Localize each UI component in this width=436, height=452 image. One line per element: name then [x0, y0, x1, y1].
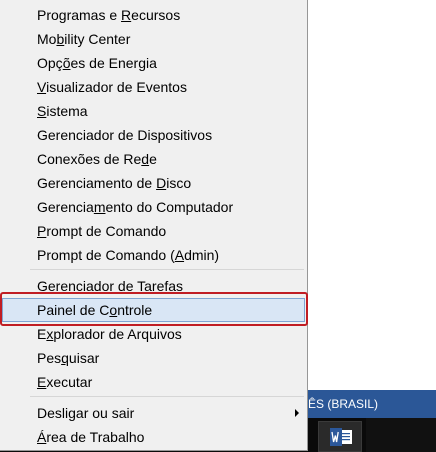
- menu-item-label: istema: [46, 103, 88, 119]
- menu-item-label: ility Center: [64, 31, 131, 47]
- menu-item-label: xecutar: [46, 374, 93, 390]
- access-key: d: [141, 151, 150, 167]
- taskbar-tray: [366, 418, 436, 452]
- menu-item-gerenciamento-disco[interactable]: Gerenciamento de Disco: [2, 171, 305, 195]
- menu-item-label: Pes: [37, 350, 62, 366]
- menu-item-label: dmin): [184, 247, 220, 263]
- menu-item-label: isualizador de Eventos: [46, 79, 187, 95]
- menu-item-gerenciamento-computador[interactable]: Gerenciamento do Computador: [2, 195, 305, 219]
- menu-item-area-trabalho[interactable]: Área de Trabalho: [2, 425, 305, 449]
- highlight-annotation: [0, 292, 308, 326]
- menu-item-label: Gerencia: [37, 199, 94, 215]
- menu-item-label: rompt de Comando: [46, 223, 167, 239]
- menu-item-programas-recursos[interactable]: Programas e Recursos: [2, 3, 305, 27]
- menu-item-label: ar ou sair: [75, 405, 135, 421]
- menu-item-mobility-center[interactable]: Mobility Center: [2, 27, 305, 51]
- menu-item-prompt-comando[interactable]: Prompt de Comando: [2, 219, 305, 243]
- menu-item-label: Desli: [37, 405, 69, 421]
- menu-item-gerenciador-dispositivos[interactable]: Gerenciador de Dispositivos: [2, 123, 305, 147]
- menu-item-sistema[interactable]: Sistema: [2, 99, 305, 123]
- access-key: Á: [37, 429, 47, 445]
- access-key: V: [37, 79, 47, 95]
- menu-item-label: e: [149, 151, 157, 167]
- menu-item-label: plorador de Arquivos: [53, 326, 182, 342]
- menu-item-label: Prompt de Comando (: [37, 247, 175, 263]
- menu-item-label: isco: [166, 175, 192, 191]
- menu-item-label: es de Energia: [70, 55, 157, 71]
- word-icon: [330, 428, 352, 446]
- menu-item-label: Gerenciamento de: [37, 175, 157, 191]
- menu-item-pesquisar[interactable]: Pesquisar: [2, 346, 305, 370]
- language-text: ÊS (BRASIL): [308, 397, 379, 411]
- menu-item-label: ento do Computador: [105, 199, 234, 215]
- taskbar-word-button[interactable]: [318, 421, 362, 452]
- menu-item-prompt-comando-admin[interactable]: Prompt de Comando (Admin): [2, 243, 305, 267]
- menu-item-label: Conexões de Re: [37, 151, 142, 167]
- access-key: S: [37, 103, 47, 119]
- menu-item-label: Mo: [37, 31, 57, 47]
- menu-item-label: Gerenciador de Dispositivos: [37, 127, 213, 143]
- menu-item-label: E: [37, 326, 47, 342]
- access-key: A: [174, 247, 185, 263]
- menu-item-label: Opç: [37, 55, 63, 71]
- menu-separator: [30, 269, 304, 270]
- menu-item-opcoes-energia[interactable]: Opções de Energia: [2, 51, 305, 75]
- menu-item-visualizador-eventos[interactable]: Visualizador de Eventos: [2, 75, 305, 99]
- access-key: g: [68, 405, 76, 421]
- access-key: D: [156, 175, 167, 191]
- access-key: P: [37, 223, 47, 239]
- menu-item-desligar-sair[interactable]: Desligar ou sair: [2, 401, 305, 425]
- access-key: q: [61, 350, 69, 366]
- menu-separator: [30, 396, 304, 397]
- menu-item-conexoes-rede[interactable]: Conexões de Rede: [2, 147, 305, 171]
- winx-context-menu: Programas e Recursos Mobility Center Opç…: [0, 0, 308, 451]
- access-key: m: [93, 199, 106, 215]
- access-key: R: [121, 7, 132, 23]
- menu-item-label: ecursos: [131, 7, 181, 23]
- menu-item-label: uisar: [68, 350, 100, 366]
- access-key: E: [37, 374, 47, 390]
- menu-item-label: rea de Trabalho: [46, 429, 145, 445]
- menu-item-executar[interactable]: Executar: [2, 370, 305, 394]
- menu-item-label: Programas e: [37, 7, 122, 23]
- submenu-arrow-icon: [295, 409, 299, 417]
